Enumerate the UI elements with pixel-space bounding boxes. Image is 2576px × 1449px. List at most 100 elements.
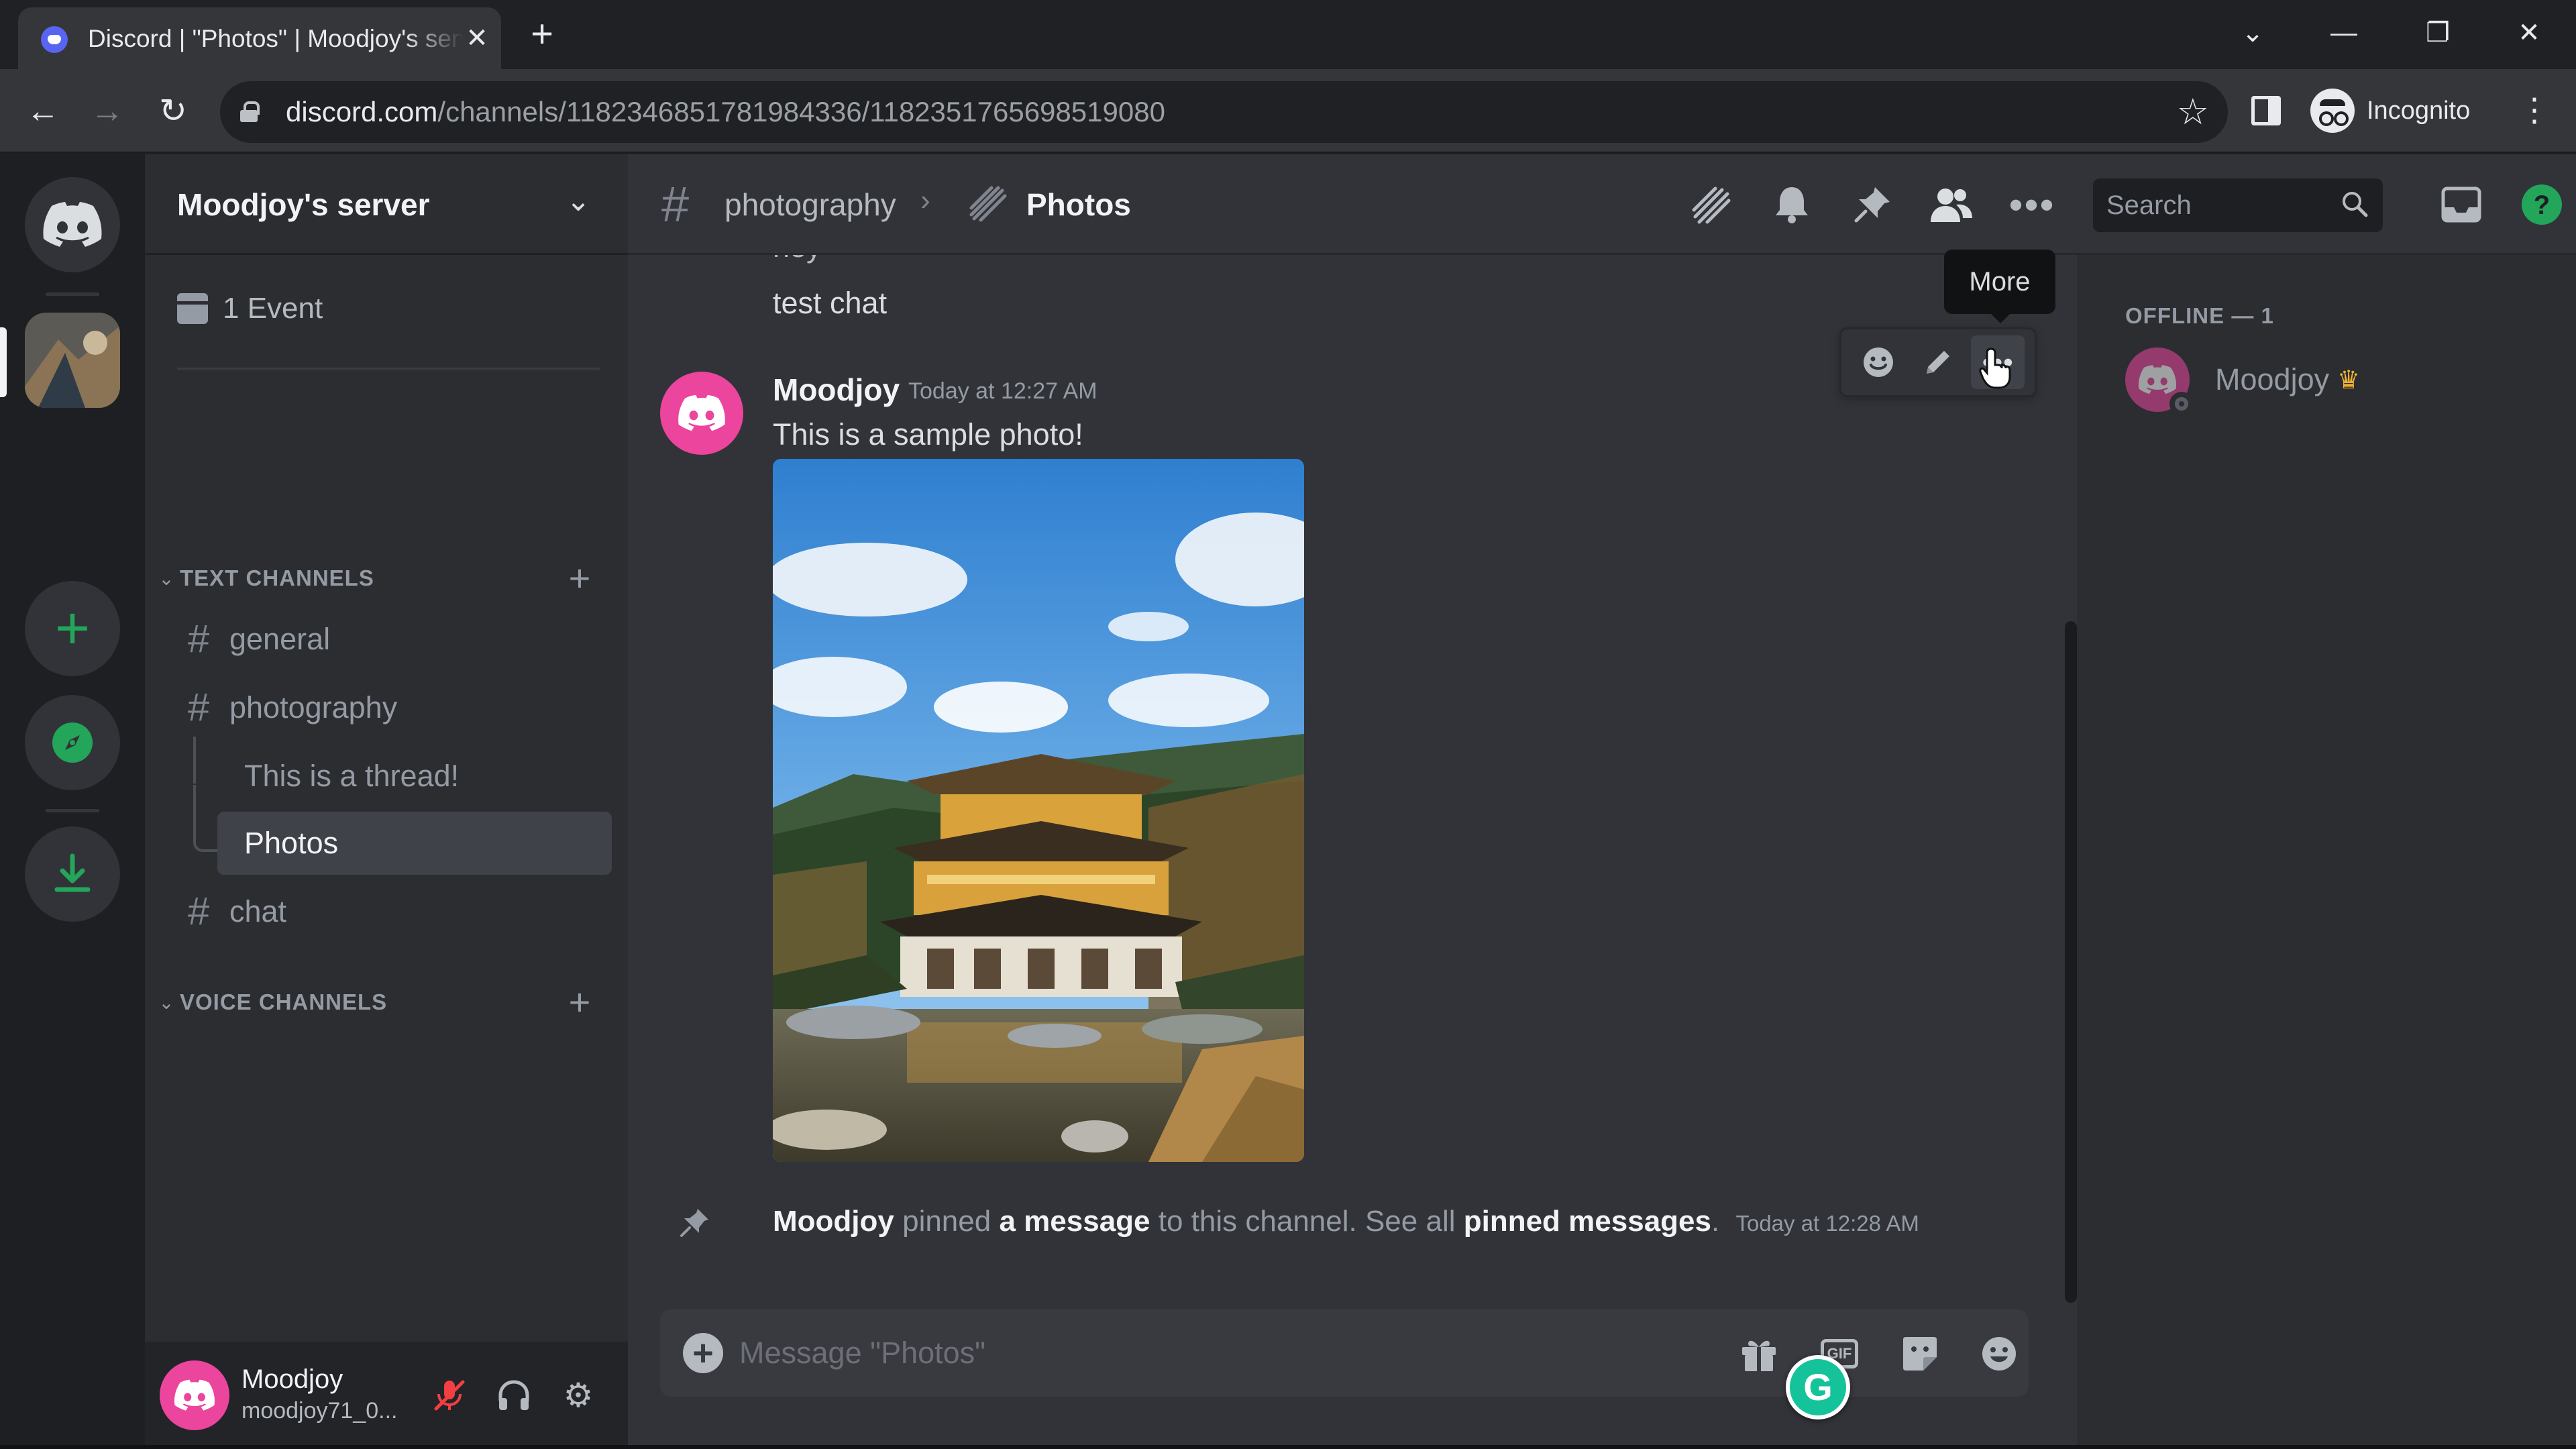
pin-timestamp: Today at 12:28 AM [1735,1211,1919,1236]
events-button[interactable]: 1 Event [177,288,323,329]
bookmark-star-icon[interactable]: ☆ [2177,91,2209,133]
create-channel-plus-icon[interactable]: + [561,983,598,1021]
channel-photography[interactable]: # photography [173,676,596,739]
thread-icon [969,186,1007,222]
forward-button[interactable]: → [86,89,129,132]
add-server-button[interactable]: + [25,581,120,676]
help-icon: ? [2522,184,2562,225]
threads-button[interactable] [1688,181,1735,228]
more-options-button[interactable]: ••• [2008,181,2055,228]
hash-icon: # [188,890,210,933]
browser-tab[interactable]: Discord | "Photos" | Moodjoy's server ✕ [18,7,501,69]
sticker-picker-button[interactable] [1896,1330,1944,1378]
direct-messages-button[interactable] [25,177,120,272]
browser-toolbar: ← → ↻ discord.com/channels/1182346851781… [0,69,2576,153]
channel-general[interactable]: # general [173,608,596,671]
chat-scrollbar[interactable] [2065,621,2077,1303]
close-window-button[interactable]: ✕ [2502,9,2556,56]
member-list: OFFLINE — 1 Moodjoy ♛ [2077,255,2576,1449]
edit-message-button[interactable] [1911,335,1965,389]
server-owner-crown-icon: ♛ [2337,366,2361,394]
pin-text-2: to this channel. See all [1158,1205,1456,1238]
attached-photo[interactable] [773,459,1304,1162]
hash-icon: # [188,617,210,661]
explore-servers-button[interactable] [25,695,120,790]
incognito-profile[interactable]: Incognito [2310,88,2470,133]
search-icon[interactable] [2341,191,2368,217]
emoji-picker-button[interactable] [1975,1330,2023,1378]
offline-status-icon [2169,392,2194,416]
message-author[interactable]: Moodjoy [773,372,900,408]
hash-icon: # [661,176,690,232]
minimize-window-button[interactable]: — [2317,9,2371,56]
close-tab-icon[interactable]: ✕ [461,22,493,54]
side-panel-icon[interactable] [2251,96,2281,125]
category-voice-channels[interactable]: ⌄ VOICE CHANNELS + [153,983,616,1021]
reload-button[interactable]: ↻ [152,89,195,132]
user-tag: moodjoy71_0... [241,1398,398,1424]
pinned-messages-button[interactable] [1849,181,1896,228]
taskbar-edge [0,1445,2576,1449]
add-reaction-button[interactable] [1851,335,1905,389]
download-apps-button[interactable] [25,826,120,922]
user-settings-button[interactable]: ⚙ [554,1371,602,1419]
channel-name: chat [229,894,287,928]
thread-photos[interactable]: Photos [217,812,612,875]
upload-plus-button[interactable]: + [683,1333,723,1373]
chevron-right-icon: › [920,184,930,217]
url-text[interactable]: discord.com/channels/1182346851781984336… [286,96,1165,128]
server-header[interactable]: Moodjoy's server ⌄ [145,154,628,255]
avatar[interactable] [160,1360,229,1430]
message-text: test chat [773,286,888,320]
threads-icon [1692,186,1731,224]
search-input[interactable] [2093,178,2334,232]
channel-sidebar: Moodjoy's server ⌄ 1 Event ⌄ TEXT CHANNE… [145,154,628,1449]
pencil-icon [1926,351,1949,374]
lock-icon[interactable] [240,101,260,122]
chevron-down-icon: ⌄ [158,568,174,589]
message-input[interactable] [739,1328,1665,1378]
channel-chat[interactable]: # chat [173,880,596,943]
send-gift-button[interactable] [1735,1330,1783,1378]
member-item[interactable]: Moodjoy ♛ [2125,345,2361,416]
mute-microphone-button[interactable] [425,1371,474,1419]
pinned-messages-link[interactable]: pinned messages [1464,1205,1711,1238]
help-button[interactable]: ? [2518,181,2565,228]
pin-text-3: . [1711,1205,1720,1238]
server-moodjoy-icon[interactable] [25,313,120,408]
new-tab-button[interactable]: + [521,15,564,58]
thread-name: Photos [244,826,339,860]
rail-separator [46,292,99,296]
grammarly-widget-icon[interactable]: G [1786,1355,1850,1419]
chevron-down-icon[interactable]: ⌄ [558,181,598,221]
search-box[interactable] [2093,178,2383,232]
pin-author[interactable]: Moodjoy [773,1205,894,1238]
inbox-button[interactable] [2438,181,2485,228]
deafen-button[interactable] [490,1371,538,1419]
restore-window-button[interactable]: ❐ [2411,9,2465,56]
category-text-channels[interactable]: ⌄ TEXT CHANNELS + [153,559,616,597]
gear-icon: ⚙ [563,1377,594,1414]
incognito-label: Incognito [2367,96,2471,125]
server-photo-icon [25,313,120,408]
thread-this-is-a-thread[interactable]: This is a thread! [219,745,459,808]
emoji-icon [1982,1337,2016,1371]
address-bar[interactable]: discord.com/channels/1182346851781984336… [220,81,2228,143]
bell-icon [1776,187,1808,223]
pinned-message-link[interactable]: a message [999,1205,1150,1238]
member-list-button[interactable] [1928,181,1975,228]
thread-connector-line [193,785,217,852]
category-label: VOICE CHANNELS [180,989,388,1014]
parent-channel-link[interactable]: photography [724,186,896,223]
user-name[interactable]: Moodjoy [241,1364,343,1395]
notification-settings-button[interactable] [1768,181,1815,228]
back-button[interactable]: ← [21,89,64,132]
tab-search-chevron-icon[interactable]: ⌄ [2226,9,2279,56]
pin-icon [1854,187,1890,223]
browser-menu-icon[interactable]: ⋮ [2514,89,2555,132]
browser-tab-strip: Discord | "Photos" | Moodjoy's server ✕ … [0,0,2576,69]
create-channel-plus-icon[interactable]: + [561,559,598,597]
avatar [2125,347,2194,416]
temple-photo-image [773,459,1304,1162]
avatar[interactable] [660,372,743,455]
